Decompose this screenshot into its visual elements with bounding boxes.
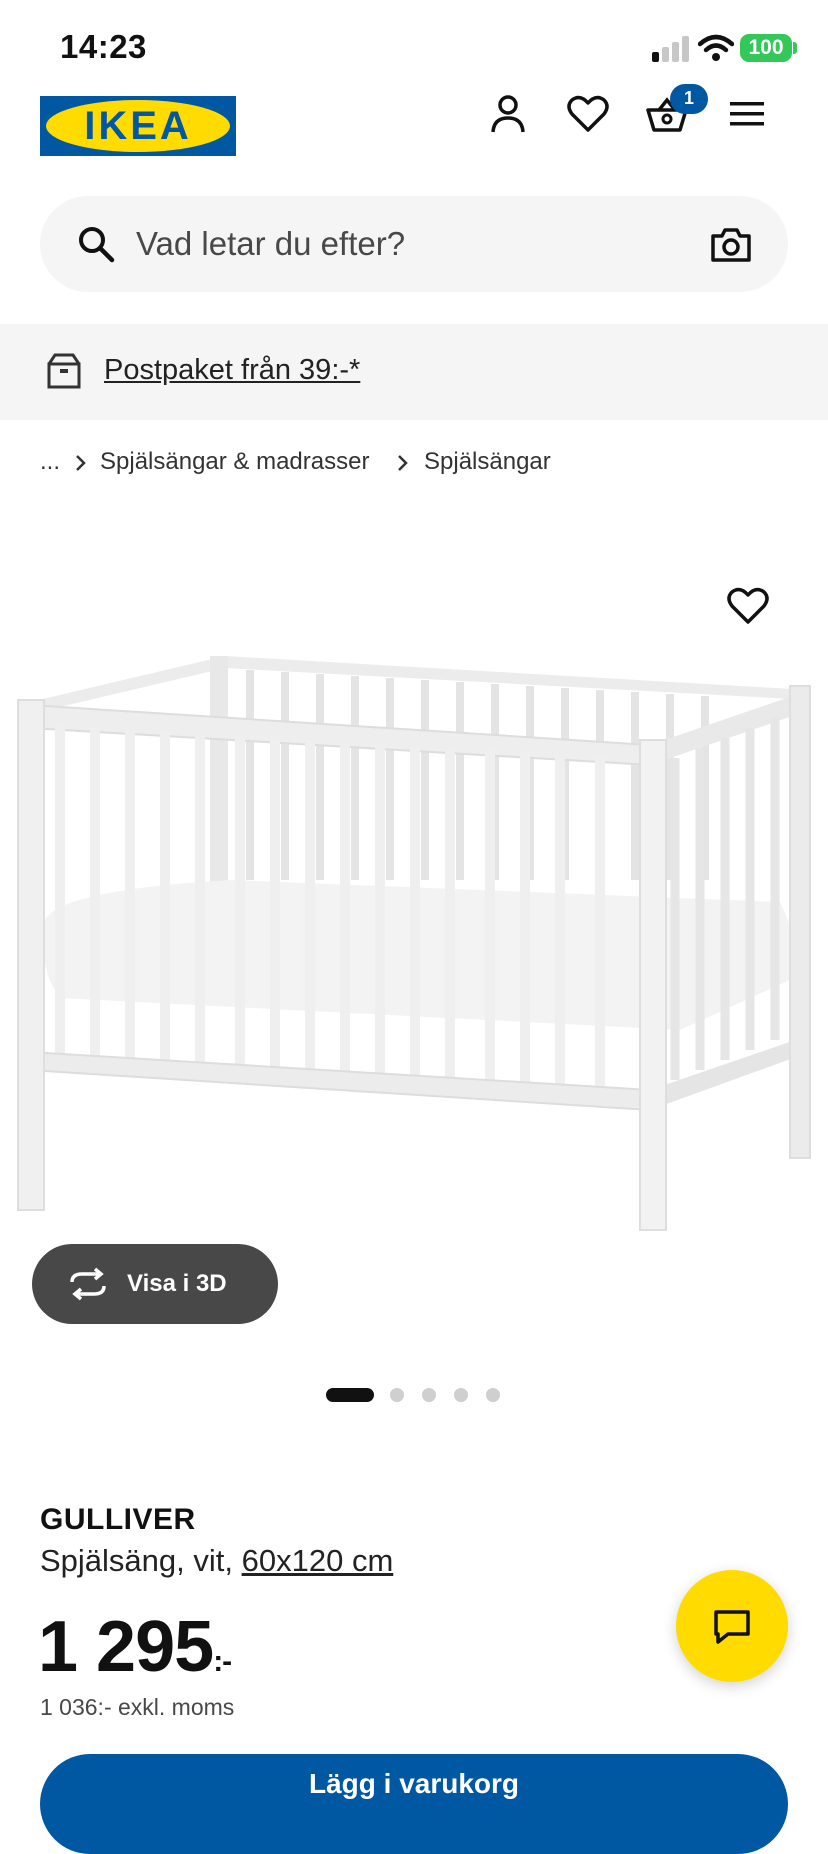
breadcrumb-item-cribs-mattresses[interactable]: Spjälsängar & madrasser — [100, 446, 369, 478]
search-icon — [79, 227, 115, 263]
crib-drawing — [0, 640, 828, 1240]
price-value: 1 295 — [38, 1607, 214, 1687]
product-size-link[interactable]: 60x120 cm — [242, 1543, 394, 1578]
view-in-3d-label: Visa i 3D — [127, 1270, 227, 1297]
add-to-cart-label: Lägg i varukorg — [308, 1768, 520, 1799]
signal-icon — [652, 36, 689, 62]
price-excl-vat: 1 036:- exkl. moms — [40, 1694, 235, 1720]
chevron-right-icon — [76, 455, 86, 471]
chat-icon — [714, 1610, 750, 1644]
wifi-icon — [698, 34, 734, 61]
breadcrumb-item-cribs[interactable]: Spjälsängar — [424, 446, 551, 478]
chevron-right-icon — [398, 455, 408, 471]
price-suffix: :- — [213, 1645, 232, 1678]
menu-icon[interactable] — [726, 92, 770, 136]
ikea-logo[interactable]: IKEA — [40, 96, 236, 156]
favorite-heart-icon[interactable] — [726, 586, 770, 626]
product-name: GULLIVER — [40, 1503, 196, 1536]
carousel-dot-5[interactable] — [486, 1388, 500, 1402]
carousel-dot-2[interactable] — [390, 1388, 404, 1402]
package-icon — [47, 353, 81, 389]
account-icon[interactable] — [486, 92, 530, 136]
promo-link[interactable]: Postpaket från 39:-* — [104, 350, 360, 390]
carousel-dot-1[interactable] — [326, 1388, 374, 1402]
carousel-dot-4[interactable] — [454, 1388, 468, 1402]
product-type: Spjälsäng, vit, — [40, 1543, 233, 1578]
cart-count-badge: 1 — [670, 84, 708, 114]
battery-nub — [793, 42, 797, 54]
breadcrumb-ellipsis[interactable]: ... — [40, 446, 60, 478]
heart-icon[interactable] — [566, 92, 610, 136]
battery-indicator: 100 — [740, 34, 792, 62]
product-description: Spjälsäng, vit, 60x120 cm — [40, 1540, 393, 1582]
logo-text: IKEA — [84, 104, 192, 148]
rotate-3d-icon — [70, 1267, 106, 1301]
product-image-crib[interactable] — [0, 640, 828, 1240]
search-input[interactable]: Vad letar du efter? — [136, 222, 405, 266]
camera-icon[interactable] — [710, 226, 752, 264]
carousel-dot-3[interactable] — [422, 1388, 436, 1402]
status-time: 14:23 — [60, 28, 147, 65]
